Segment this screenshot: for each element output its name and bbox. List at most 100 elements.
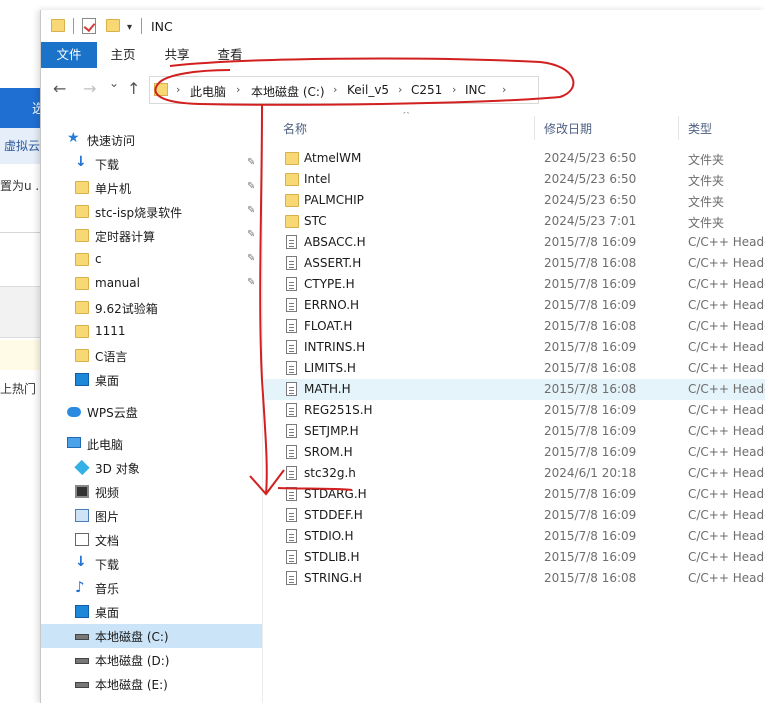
file-row[interactable]: STDDEF.H 2015/7/8 16:09 C/C++ Header — [264, 505, 765, 526]
file-modified-date: 2024/5/23 6:50 — [544, 151, 637, 165]
file-name: REG251S.H — [304, 403, 373, 417]
file-row[interactable]: INTRINS.H 2015/7/8 16:09 C/C++ Header — [264, 337, 765, 358]
breadcrumb-separator[interactable]: › — [452, 83, 456, 96]
file-row[interactable]: PALMCHIP 2024/5/23 6:50 文件夹 — [264, 190, 765, 211]
breadcrumb-separator[interactable]: › — [176, 83, 180, 96]
folder-icon — [75, 253, 89, 266]
tab-file[interactable]: 文件 — [41, 42, 97, 68]
file-name: STC — [304, 214, 327, 228]
sidebar-item-local-disk-e[interactable]: 本地磁盘 (E:) — [41, 672, 262, 696]
file-row[interactable]: LIMITS.H 2015/7/8 16:08 C/C++ Header — [264, 358, 765, 379]
up-arrow-icon[interactable]: ↑ — [127, 79, 140, 98]
sidebar-item-timer-calc[interactable]: 定时器计算 ✎ — [41, 224, 262, 248]
sidebar-item-local-disk-c[interactable]: 本地磁盘 (C:) — [41, 624, 262, 648]
sidebar-item-c-language[interactable]: C语言 — [41, 344, 262, 368]
file-row[interactable]: STDIO.H 2015/7/8 16:09 C/C++ Header — [264, 526, 765, 547]
file-row[interactable]: ASSERT.H 2015/7/8 16:08 C/C++ Header — [264, 253, 765, 274]
sidebar-item-1111[interactable]: 1111 — [41, 320, 262, 344]
file-row[interactable]: STRING.H 2015/7/8 16:08 C/C++ Header — [264, 568, 765, 589]
quick-access-dropdown-icon[interactable]: ▾ — [127, 22, 132, 33]
sidebar-item-manual[interactable]: manual ✎ — [41, 272, 262, 296]
breadcrumb-c251[interactable]: C251 — [411, 83, 442, 97]
column-divider[interactable] — [678, 116, 679, 140]
back-arrow-icon[interactable]: ← — [53, 79, 66, 98]
file-row[interactable]: STDLIB.H 2015/7/8 16:09 C/C++ Header — [264, 547, 765, 568]
breadcrumb-separator[interactable]: › — [236, 83, 240, 96]
background-light-bar-text: 虚拟云 — [4, 139, 41, 153]
breadcrumb-local-disk-c[interactable]: 本地磁盘 (C:) — [251, 83, 325, 100]
file-row[interactable]: REG251S.H 2015/7/8 16:09 C/C++ Header — [264, 400, 765, 421]
breadcrumb-separator[interactable]: › — [398, 83, 402, 96]
file-row[interactable]: stc32g.h 2024/6/1 20:18 C/C++ Header — [264, 463, 765, 484]
file-row[interactable]: SETJMP.H 2015/7/8 16:09 C/C++ Header — [264, 421, 765, 442]
column-header-type[interactable]: 类型 — [688, 120, 712, 137]
breadcrumb-this-pc[interactable]: 此电脑 — [190, 83, 226, 100]
folder-icon — [285, 215, 299, 228]
sidebar-item-pictures[interactable]: 图片 — [41, 504, 262, 528]
sidebar-item-stc-isp[interactable]: stc-isp烧录软件 ✎ — [41, 200, 262, 224]
file-row[interactable]: ERRNO.H 2015/7/8 16:09 C/C++ Header — [264, 295, 765, 316]
pin-icon: ✎ — [247, 205, 256, 216]
file-row[interactable]: ABSACC.H 2015/7/8 16:09 C/C++ Header — [264, 232, 765, 253]
file-name: INTRINS.H — [304, 340, 366, 354]
sidebar-item-documents[interactable]: 文档 — [41, 528, 262, 552]
background-light-bar: 虚拟云 — [0, 128, 42, 164]
file-type: C/C++ Header — [688, 487, 765, 501]
sidebar-item-videos[interactable]: 视频 — [41, 480, 262, 504]
sidebar-item-test-box[interactable]: 9.62试验箱 — [41, 296, 262, 320]
file-type: 文件夹 — [688, 216, 725, 230]
sidebar-item-3d-objects[interactable]: 3D 对象 — [41, 456, 262, 480]
sidebar-item-c[interactable]: c ✎ — [41, 248, 262, 272]
header-file-icon — [286, 466, 297, 480]
quick-access-folder-icon[interactable] — [51, 19, 65, 32]
file-row[interactable]: STDARG.H 2015/7/8 16:09 C/C++ Header — [264, 484, 765, 505]
tab-share[interactable]: 共享 — [155, 42, 199, 68]
file-row[interactable]: Intel 2024/5/23 6:50 文件夹 — [264, 169, 765, 190]
file-type: C/C++ Header — [688, 445, 765, 459]
breadcrumb-separator[interactable]: › — [333, 83, 337, 96]
file-row[interactable]: MATH.H 2015/7/8 16:08 C/C++ Header — [264, 379, 765, 400]
breadcrumb-keil-v5[interactable]: Keil_v5 — [347, 83, 389, 97]
file-name: Intel — [304, 172, 331, 186]
documents-icon — [75, 533, 89, 546]
sidebar-item-mcu[interactable]: 单片机 ✎ — [41, 176, 262, 200]
file-name: STDIO.H — [304, 529, 354, 543]
sidebar-item-downloads-pc[interactable]: ↓ 下载 — [41, 552, 262, 576]
sidebar-item-this-pc[interactable]: 此电脑 — [41, 432, 262, 456]
sidebar-item-wps-cloud[interactable]: WPS云盘 — [41, 400, 262, 424]
file-name: PALMCHIP — [304, 193, 364, 207]
music-icon: ♪ — [75, 578, 85, 596]
sidebar-item-music[interactable]: ♪ 音乐 — [41, 576, 262, 600]
breadcrumb-inc[interactable]: INC — [465, 83, 486, 97]
file-type: 文件夹 — [688, 174, 725, 188]
tab-home[interactable]: 主页 — [101, 42, 145, 68]
sidebar-item-label: 此电脑 — [87, 438, 124, 452]
sidebar-item-local-disk-d[interactable]: 本地磁盘 (D:) — [41, 648, 262, 672]
file-modified-date: 2015/7/8 16:08 — [544, 361, 637, 375]
column-header-name[interactable]: 名称 — [283, 120, 307, 137]
column-header-date[interactable]: 修改日期 — [544, 120, 592, 137]
sidebar-item-label: 音乐 — [95, 582, 120, 596]
file-row[interactable]: CTYPE.H 2015/7/8 16:09 C/C++ Header — [264, 274, 765, 295]
background-app: 选 虚拟云 置为u ... 上热门 — [0, 0, 42, 703]
breadcrumb-separator[interactable]: › — [502, 83, 506, 96]
forward-arrow-icon[interactable]: → — [83, 79, 96, 98]
tab-view[interactable]: 查看 — [208, 42, 252, 68]
file-row[interactable]: STC 2024/5/23 7:01 文件夹 — [264, 211, 765, 232]
computer-icon — [67, 437, 81, 448]
file-row[interactable]: AtmelWM 2024/5/23 6:50 文件夹 — [264, 148, 765, 169]
column-divider[interactable] — [534, 116, 535, 140]
sidebar-item-desktop[interactable]: 桌面 — [41, 600, 262, 624]
file-modified-date: 2024/5/23 7:01 — [544, 214, 637, 228]
sidebar-item-downloads[interactable]: ↓ 下载 ✎ — [41, 152, 262, 176]
window-title: INC — [151, 19, 173, 34]
file-row[interactable]: SROM.H 2015/7/8 16:09 C/C++ Header — [264, 442, 765, 463]
new-folder-icon[interactable] — [106, 19, 120, 32]
properties-icon[interactable] — [82, 18, 96, 34]
recent-locations-icon[interactable]: ⌄ — [109, 76, 119, 90]
file-row[interactable]: FLOAT.H 2015/7/8 16:08 C/C++ Header — [264, 316, 765, 337]
address-bar[interactable]: › 此电脑 › 本地磁盘 (C:) › Keil_v5 › C251 › INC… — [149, 76, 539, 104]
file-name: STDDEF.H — [304, 508, 363, 522]
sidebar-item-quick-access[interactable]: ★ 快速访问 — [41, 128, 262, 152]
sidebar-item-desktop-quick[interactable]: 桌面 — [41, 368, 262, 392]
